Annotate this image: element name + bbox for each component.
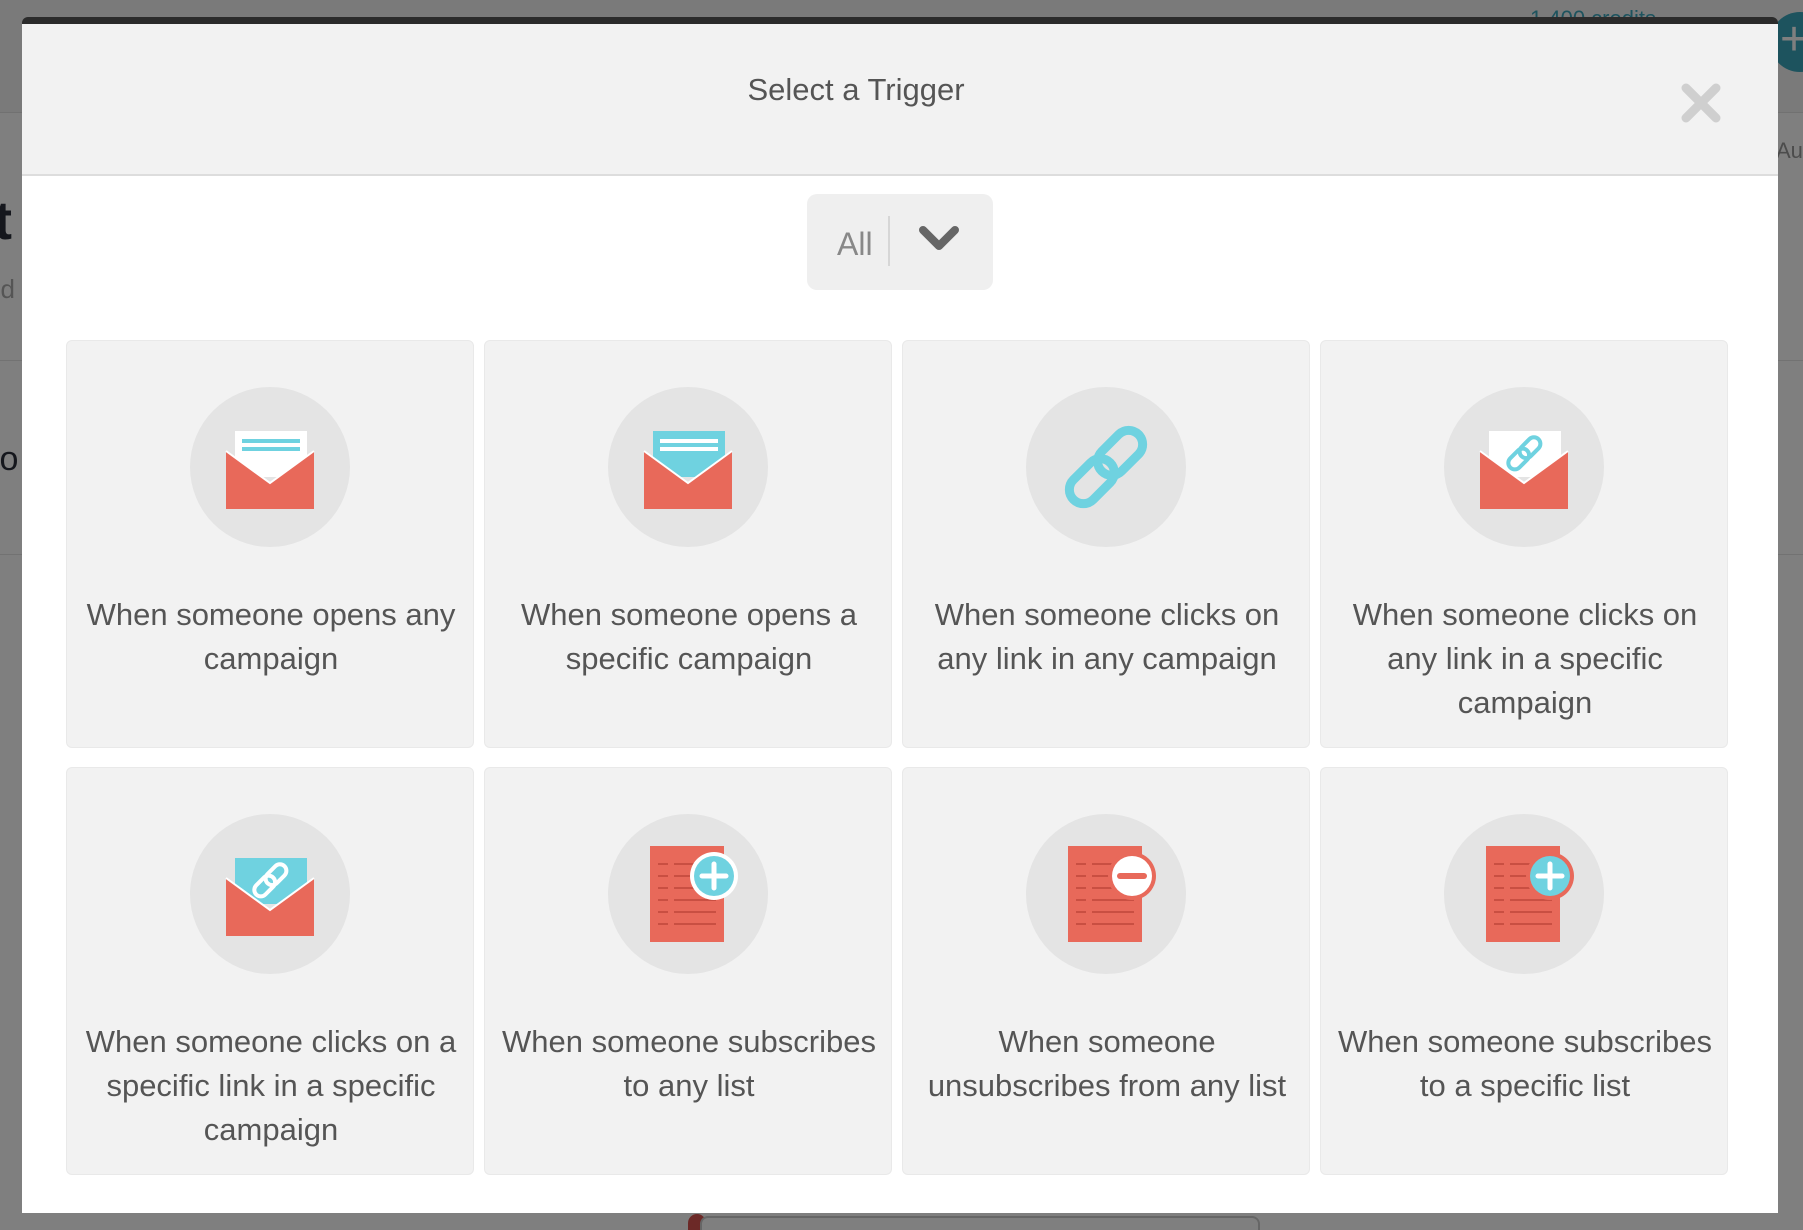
chevron-down-icon bbox=[919, 226, 959, 250]
trigger-label: When someone unsubscribes from any list bbox=[927, 1024, 1287, 1103]
modal-title: Select a Trigger bbox=[747, 72, 965, 107]
trigger-label: When someone subscribes to a specific li… bbox=[1338, 1024, 1712, 1103]
icon-circle bbox=[608, 814, 768, 974]
filter-selected-value: All bbox=[837, 226, 873, 262]
list-remove-icon bbox=[1068, 846, 1156, 942]
open-envelope-icon bbox=[225, 431, 315, 509]
icon-circle bbox=[1026, 814, 1186, 974]
link-icon bbox=[1064, 425, 1148, 509]
open-envelope-highlight-icon bbox=[643, 431, 733, 509]
close-button[interactable] bbox=[1678, 80, 1724, 126]
trigger-card-opens-any-campaign[interactable]: When someone opens any campaign bbox=[66, 340, 474, 748]
envelope-link-highlight-icon bbox=[225, 858, 315, 936]
trigger-label: When someone opens a specific campaign bbox=[520, 597, 858, 676]
list-add-icon bbox=[650, 846, 738, 942]
icon-circle bbox=[1444, 814, 1604, 974]
trigger-card-unsubscribes-any-list[interactable]: When someone unsubscribes from any list bbox=[902, 767, 1310, 1175]
trigger-card-opens-specific-campaign[interactable]: When someone opens a specific campaign bbox=[484, 340, 892, 748]
filter-separator bbox=[888, 216, 890, 266]
select-trigger-modal: Select a Trigger All When someone opens … bbox=[22, 17, 1778, 1213]
trigger-filter-dropdown[interactable]: All bbox=[807, 194, 993, 290]
icon-circle bbox=[608, 387, 768, 547]
trigger-label: When someone clicks on any link in a spe… bbox=[1352, 597, 1698, 720]
trigger-card-subscribes-any-list[interactable]: When someone subscribes to any list bbox=[484, 767, 892, 1175]
trigger-card-clicks-any-link-any-campaign[interactable]: When someone clicks on any link in any c… bbox=[902, 340, 1310, 748]
trigger-card-subscribes-specific-list[interactable]: When someone subscribes to a specific li… bbox=[1320, 767, 1728, 1175]
trigger-label: When someone opens any campaign bbox=[86, 597, 456, 676]
trigger-label: When someone subscribes to any list bbox=[502, 1024, 876, 1103]
icon-circle bbox=[1026, 387, 1186, 547]
icon-circle bbox=[190, 814, 350, 974]
envelope-link-icon bbox=[1479, 431, 1569, 509]
trigger-card-clicks-specific-link-specific-campaign[interactable]: When someone clicks on a specific link i… bbox=[66, 767, 474, 1175]
trigger-card-clicks-any-link-specific-campaign[interactable]: When someone clicks on any link in a spe… bbox=[1320, 340, 1728, 748]
icon-circle bbox=[190, 387, 350, 547]
modal-header: Select a Trigger bbox=[22, 24, 1778, 176]
trigger-label: When someone clicks on any link in any c… bbox=[934, 597, 1280, 676]
trigger-label: When someone clicks on a specific link i… bbox=[85, 1024, 457, 1147]
close-icon bbox=[1681, 83, 1721, 123]
list-add-highlight-icon bbox=[1486, 846, 1574, 942]
icon-circle bbox=[1444, 387, 1604, 547]
